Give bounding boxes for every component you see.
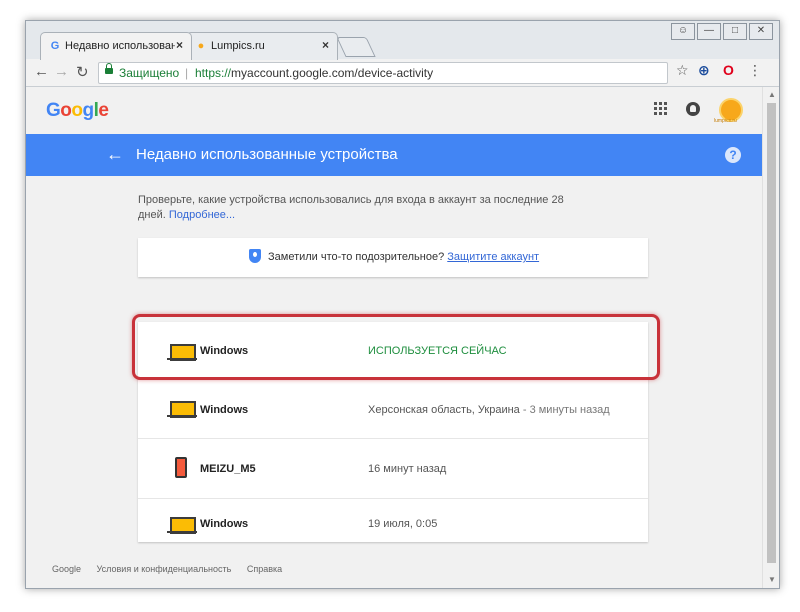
- url-text: https://myaccount.google.com/device-acti…: [195, 66, 434, 80]
- vpn-extension-icon[interactable]: ⊕: [698, 62, 710, 79]
- device-name: Windows: [200, 345, 249, 357]
- browser-window: G Недавно использованны × ● Lumpics.ru ×…: [25, 20, 780, 589]
- tab-lumpics[interactable]: ● Lumpics.ru ×: [186, 32, 338, 60]
- device-status: 16 минут назад: [368, 463, 447, 475]
- device-status: 19 июля, 0:05: [368, 518, 438, 530]
- device-list: Windows ИСПОЛЬЗУЕТСЯ СЕЙЧАС Windows Херс…: [138, 322, 648, 542]
- security-alert-card: Заметили что-то подозрительное? Защитите…: [138, 238, 648, 277]
- tab-strip: G Недавно использованны × ● Lumpics.ru ×…: [26, 21, 779, 60]
- avatar-caption: lumpics.ru: [714, 118, 737, 124]
- lumpics-orange-icon: ●: [197, 40, 205, 52]
- page-viewport: Google lumpics.ru ← Недавно использованн…: [26, 87, 762, 588]
- learn-more-link[interactable]: Подробнее...: [169, 209, 235, 221]
- device-row-windows-july[interactable]: Windows 19 июля, 0:05: [138, 499, 648, 542]
- secure-label: Защищено: [119, 66, 180, 80]
- footer-google-link[interactable]: Google: [52, 564, 81, 574]
- alert-text: Заметили что-то подозрительное? Защитите…: [268, 251, 540, 263]
- user-profile-icon[interactable]: ☺: [671, 23, 695, 40]
- device-row-meizu[interactable]: MEIZU_M5 16 минут назад: [138, 439, 648, 499]
- laptop-icon: [167, 517, 197, 534]
- google-icon: G: [50, 40, 60, 52]
- close-tab-icon[interactable]: ×: [176, 38, 183, 52]
- reload-icon[interactable]: ↻: [76, 63, 89, 81]
- scroll-thumb[interactable]: [767, 103, 776, 563]
- tab-label: Lumpics.ru: [211, 40, 265, 52]
- phone-icon: [175, 457, 187, 478]
- window-controls: ☺ — □ ✕: [671, 23, 773, 40]
- page-title-bar: ← Недавно использованные устройства ?: [26, 134, 762, 176]
- laptop-icon: [167, 344, 197, 361]
- bookmark-star-icon[interactable]: ☆: [676, 62, 689, 79]
- device-status: Херсонская область, Украина - 3 минуты н…: [368, 404, 610, 416]
- footer-help-link[interactable]: Справка: [247, 564, 282, 574]
- shield-icon: [249, 249, 261, 263]
- help-icon[interactable]: ?: [725, 147, 741, 163]
- google-logo[interactable]: Google: [46, 100, 109, 122]
- close-window-icon[interactable]: ✕: [749, 23, 773, 40]
- google-header: Google lumpics.ru: [26, 87, 762, 134]
- tab-device-activity[interactable]: G Недавно использованны ×: [40, 32, 192, 60]
- device-status: ИСПОЛЬЗУЕТСЯ СЕЙЧАС: [368, 345, 507, 357]
- back-arrow-icon[interactable]: ←: [106, 144, 124, 165]
- close-tab-icon[interactable]: ×: [322, 38, 329, 52]
- device-name: Windows: [200, 518, 249, 530]
- maximize-icon[interactable]: □: [723, 23, 747, 40]
- tab-label: Недавно использованны: [65, 40, 175, 52]
- page-footer: Google Условия и конфиденциальность Спра…: [52, 564, 295, 574]
- notifications-bell-icon[interactable]: [686, 102, 700, 116]
- lock-icon: [105, 63, 113, 74]
- device-name: Windows: [200, 404, 249, 416]
- device-row-windows-current[interactable]: Windows ИСПОЛЬЗУЕТСЯ СЕЙЧАС: [138, 322, 648, 380]
- page-description: Проверьте, какие устройства использовали…: [138, 193, 578, 223]
- back-icon[interactable]: ←: [34, 63, 49, 80]
- apps-grid-icon[interactable]: [654, 102, 668, 116]
- device-name: MEIZU_M5: [200, 463, 256, 475]
- minimize-icon[interactable]: —: [697, 23, 721, 40]
- scroll-down-icon[interactable]: ▼: [768, 575, 776, 584]
- footer-terms-link[interactable]: Условия и конфиденциальность: [97, 564, 232, 574]
- scroll-up-icon[interactable]: ▲: [768, 90, 776, 99]
- secure-account-link[interactable]: Защитите аккаунт: [447, 251, 539, 263]
- separator: |: [185, 66, 189, 80]
- page-title: Недавно использованные устройства: [136, 146, 398, 163]
- browser-toolbar: ← → ↻ Защищено | https://myaccount.googl…: [26, 59, 779, 87]
- laptop-icon: [167, 401, 197, 418]
- opera-extension-icon[interactable]: O: [723, 62, 734, 78]
- new-tab-button[interactable]: [336, 37, 376, 57]
- vertical-scrollbar[interactable]: ▲ ▼: [762, 87, 779, 588]
- device-row-windows-kherson[interactable]: Windows Херсонская область, Украина - 3 …: [138, 379, 648, 439]
- address-bar[interactable]: Защищено | https://myaccount.google.com/…: [98, 62, 668, 84]
- forward-icon[interactable]: →: [54, 63, 69, 80]
- menu-icon[interactable]: ⋮: [748, 62, 762, 79]
